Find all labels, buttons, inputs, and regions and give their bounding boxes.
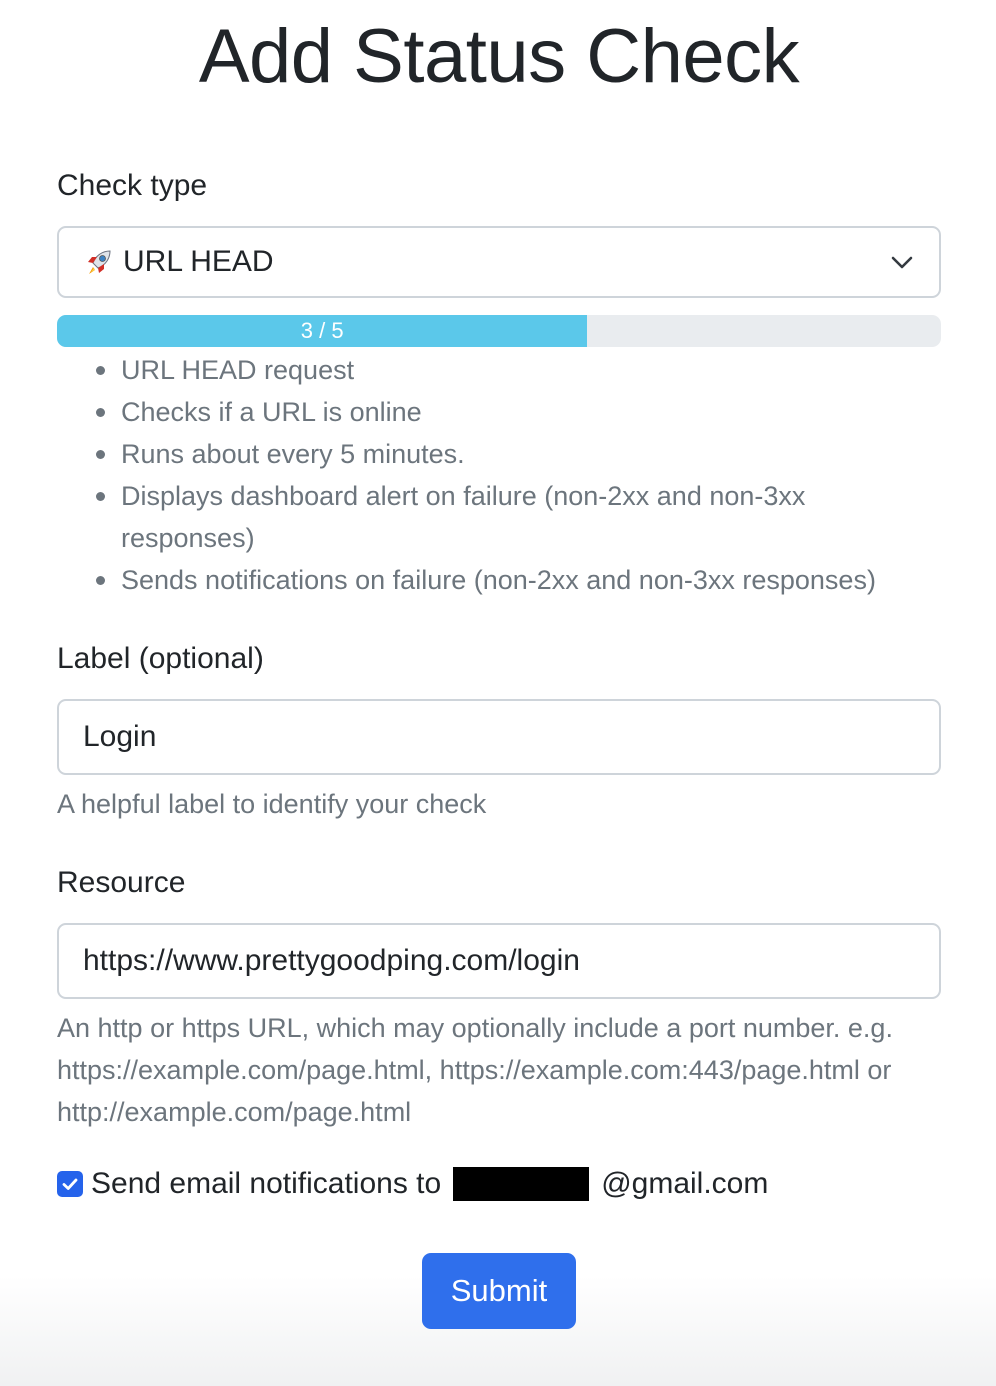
redacted-email-block: [453, 1167, 590, 1201]
email-notifications-checkbox[interactable]: [57, 1171, 83, 1197]
label-field-label: Label (optional): [57, 642, 264, 675]
submit-wrap: Submit: [57, 1253, 941, 1329]
rocket-icon: [83, 246, 115, 278]
resource-input[interactable]: [57, 923, 941, 999]
info-list-item: URL HEAD request: [96, 349, 941, 391]
check-type-selected-value: URL HEAD: [123, 245, 274, 278]
submit-button[interactable]: Submit: [422, 1253, 576, 1329]
info-list-item: Checks if a URL is online: [96, 391, 941, 433]
info-list-item: Runs about every 5 minutes.: [96, 433, 941, 475]
add-status-check-form: Add Status Check Check type URL HEAD 3 /…: [57, 0, 941, 1329]
email-domain: @gmail.com: [601, 1167, 769, 1200]
info-list-item: Displays dashboard alert on failure (non…: [96, 475, 941, 559]
label-help-text: A helpful label to identify your check: [57, 789, 487, 819]
check-type-select[interactable]: URL HEAD: [57, 226, 941, 298]
check-type-info-list: URL HEAD request Checks if a URL is onlin…: [57, 349, 941, 601]
page-title: Add Status Check: [198, 14, 800, 99]
resource-help-text: An http or https URL, which may optional…: [57, 1013, 893, 1127]
info-list-item: Sends notifications on failure (non-2xx …: [96, 559, 941, 601]
checkmark-icon: [62, 1178, 78, 1190]
email-notifications-label: Send email notifications to: [91, 1167, 442, 1200]
check-progress-bar: 3 / 5: [57, 315, 941, 347]
label-input[interactable]: [57, 699, 941, 775]
resource-field-label: Resource: [57, 866, 186, 899]
check-type-label: Check type: [57, 169, 208, 202]
email-notifications-row: Send email notifications to @gmail.com: [57, 1163, 941, 1205]
chevron-down-icon: [891, 256, 913, 269]
progress-fill: 3 / 5: [57, 315, 588, 347]
